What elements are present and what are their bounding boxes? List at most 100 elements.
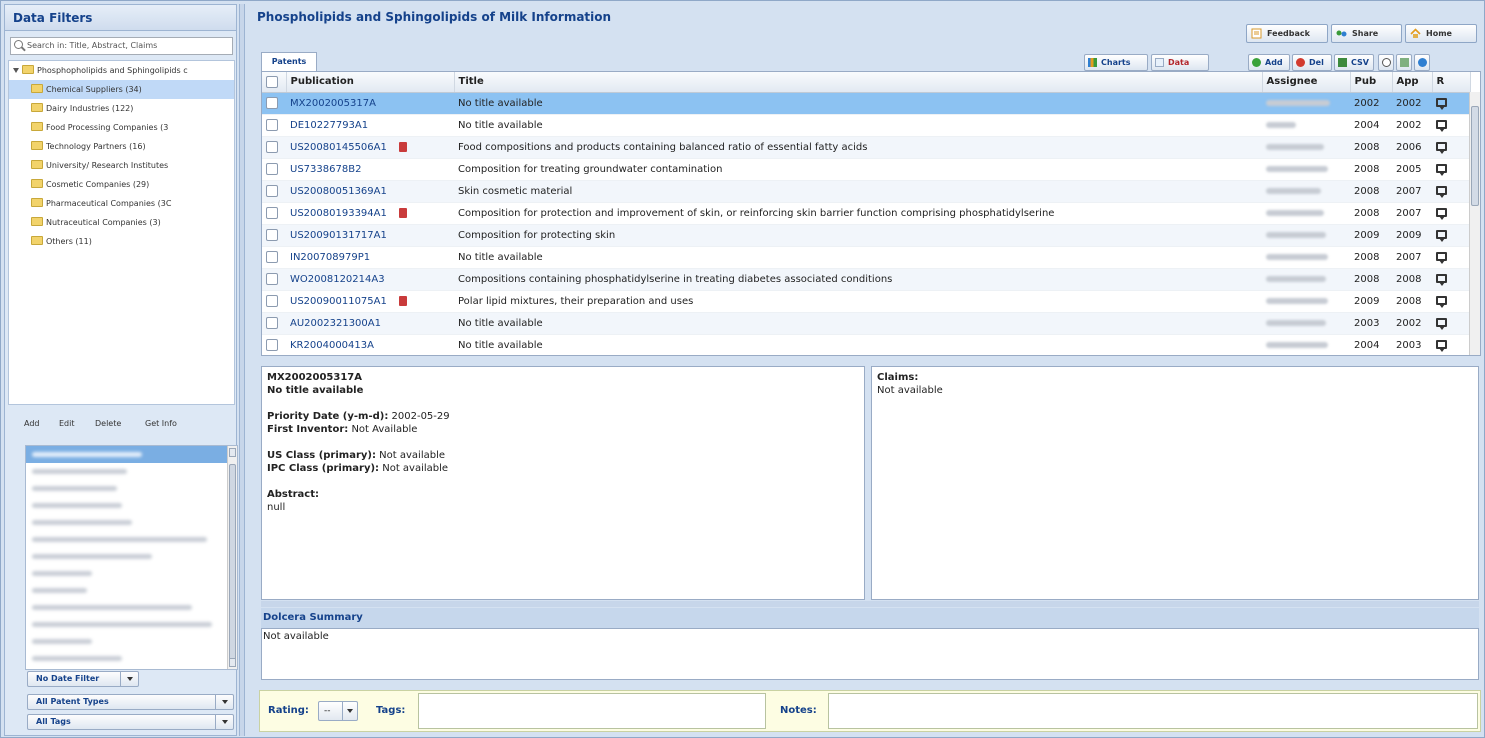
comment-icon[interactable]	[1436, 142, 1447, 154]
table-row[interactable]: DE10227793A1 No title available 2004 2002	[262, 114, 1470, 137]
publication-link[interactable]: US20080145506A1	[290, 142, 387, 153]
publication-cell[interactable]: US20090011075A1	[286, 290, 454, 313]
table-row[interactable]: US20080193394A1 Composition for protectio…	[262, 202, 1470, 225]
list-item[interactable]	[26, 531, 237, 548]
publication-cell[interactable]: US20090131717A1	[286, 224, 454, 247]
date-filter-dropdown[interactable]: No Date Filter	[27, 671, 139, 687]
rating-cell[interactable]	[1432, 158, 1470, 181]
feedback-button[interactable]: Feedback	[1246, 24, 1328, 43]
csv-button[interactable]: CSV	[1334, 54, 1374, 71]
add-link[interactable]: Add	[24, 419, 40, 428]
row-checkbox-cell[interactable]	[262, 268, 286, 291]
column-title[interactable]: Title	[454, 72, 1263, 93]
publication-link[interactable]: DE10227793A1	[290, 120, 368, 131]
table-row[interactable]: MX2002005317A No title available 2002 2002	[262, 92, 1470, 115]
column-r[interactable]: R	[1432, 72, 1471, 93]
comment-icon[interactable]	[1436, 296, 1447, 308]
row-checkbox[interactable]	[266, 317, 278, 329]
vertical-splitter[interactable]	[239, 4, 245, 736]
pdf-icon[interactable]	[398, 295, 407, 306]
publication-link[interactable]: US20080051369A1	[290, 186, 387, 197]
rating-cell[interactable]	[1432, 114, 1470, 137]
publication-cell[interactable]: IN200708979P1	[286, 246, 454, 269]
search-input[interactable]: Search in: Title, Abstract, Claims	[10, 37, 233, 55]
table-scrollbar[interactable]	[1469, 92, 1480, 355]
row-checkbox[interactable]	[266, 251, 278, 263]
get-info-link[interactable]: Get Info	[145, 419, 177, 428]
publication-link[interactable]: US7338678B2	[290, 164, 361, 175]
share-button[interactable]: Share	[1331, 24, 1402, 43]
help-button[interactable]	[1414, 54, 1430, 71]
tags-input[interactable]	[418, 693, 766, 729]
publication-link[interactable]: KR2004000413A	[290, 340, 374, 351]
tree-item-food-processing[interactable]: Food Processing Companies (3	[9, 118, 234, 137]
row-checkbox[interactable]	[266, 295, 278, 307]
edit-link[interactable]: Edit	[59, 419, 75, 428]
table-row[interactable]: US20080051369A1 Skin cosmetic material 200…	[262, 180, 1470, 203]
horizontal-splitter[interactable]	[261, 601, 1479, 607]
table-row[interactable]: KR2004000413A No title available 2004 2003	[262, 334, 1470, 355]
publication-cell[interactable]: MX2002005317A	[286, 92, 454, 115]
publication-cell[interactable]: AU2002321300A1	[286, 312, 454, 335]
row-checkbox[interactable]	[266, 273, 278, 285]
table-row[interactable]: AU2002321300A1 No title available 2003 2002	[262, 312, 1470, 335]
table-row[interactable]: US20090011075A1 Polar lipid mixtures, the…	[262, 290, 1470, 313]
notes-input[interactable]	[828, 693, 1478, 729]
list-item[interactable]	[26, 565, 237, 582]
row-checkbox[interactable]	[266, 185, 278, 197]
comment-icon[interactable]	[1436, 274, 1447, 286]
list-item[interactable]	[26, 616, 237, 633]
table-row[interactable]: US7338678B2 Composition for treating grou…	[262, 158, 1470, 181]
rating-cell[interactable]	[1432, 92, 1470, 115]
tree-item-university-research[interactable]: University/ Research Institutes	[9, 156, 234, 175]
comment-icon[interactable]	[1436, 164, 1447, 176]
delete-button[interactable]: Del	[1292, 54, 1332, 71]
comment-icon[interactable]	[1436, 230, 1447, 242]
publication-cell[interactable]: KR2004000413A	[286, 334, 454, 355]
row-checkbox[interactable]	[266, 119, 278, 131]
publication-cell[interactable]: WO2008120214A3	[286, 268, 454, 291]
row-checkbox-cell[interactable]	[262, 136, 286, 159]
row-checkbox-cell[interactable]	[262, 158, 286, 181]
expand-arrow-icon[interactable]	[13, 68, 19, 73]
list-item[interactable]	[26, 650, 237, 667]
rating-cell[interactable]	[1432, 202, 1470, 225]
row-checkbox-cell[interactable]	[262, 224, 286, 247]
comment-icon[interactable]	[1436, 252, 1447, 264]
rating-cell[interactable]	[1432, 312, 1470, 335]
publication-link[interactable]: MX2002005317A	[290, 98, 376, 109]
clock-button[interactable]	[1378, 54, 1394, 71]
publication-link[interactable]: US20090131717A1	[290, 230, 387, 241]
row-checkbox[interactable]	[266, 339, 278, 351]
tree-item-chemical-suppliers[interactable]: Chemical Suppliers (34)	[9, 80, 234, 99]
list-item[interactable]	[26, 463, 237, 480]
pdf-icon[interactable]	[398, 207, 407, 218]
tree-item-pharmaceutical-companies[interactable]: Pharmaceutical Companies (3C	[9, 194, 234, 213]
list-item[interactable]	[26, 599, 237, 616]
columns-button[interactable]	[1396, 54, 1412, 71]
tree-item-nutraceutical-companies[interactable]: Nutraceutical Companies (3)	[9, 213, 234, 232]
comment-icon[interactable]	[1436, 120, 1447, 132]
list-scrollbar[interactable]	[227, 446, 237, 669]
comment-icon[interactable]	[1436, 318, 1447, 330]
row-checkbox[interactable]	[266, 207, 278, 219]
tree-item-technology-partners[interactable]: Technology Partners (16)	[9, 137, 234, 156]
publication-cell[interactable]: US20080145506A1	[286, 136, 454, 159]
table-row[interactable]: WO2008120214A3 Compositions containing ph…	[262, 268, 1470, 291]
row-checkbox[interactable]	[266, 229, 278, 241]
comment-icon[interactable]	[1436, 98, 1447, 110]
select-all-checkbox[interactable]	[266, 75, 278, 88]
rating-cell[interactable]	[1432, 246, 1470, 269]
table-row[interactable]: IN200708979P1 No title available 2008 2007	[262, 246, 1470, 269]
tree-root[interactable]: Phosphopholipids and Sphingolipids c	[9, 61, 234, 80]
row-checkbox-cell[interactable]	[262, 312, 286, 335]
row-checkbox-cell[interactable]	[262, 246, 286, 269]
publication-cell[interactable]: DE10227793A1	[286, 114, 454, 137]
publication-link[interactable]: US20080193394A1	[290, 208, 387, 219]
comment-icon[interactable]	[1436, 208, 1447, 220]
tree-item-cosmetic-companies[interactable]: Cosmetic Companies (29)	[9, 175, 234, 194]
column-app[interactable]: App	[1392, 72, 1433, 93]
publication-cell[interactable]: US20080051369A1	[286, 180, 454, 203]
row-checkbox-cell[interactable]	[262, 290, 286, 313]
publication-link[interactable]: WO2008120214A3	[290, 274, 385, 285]
